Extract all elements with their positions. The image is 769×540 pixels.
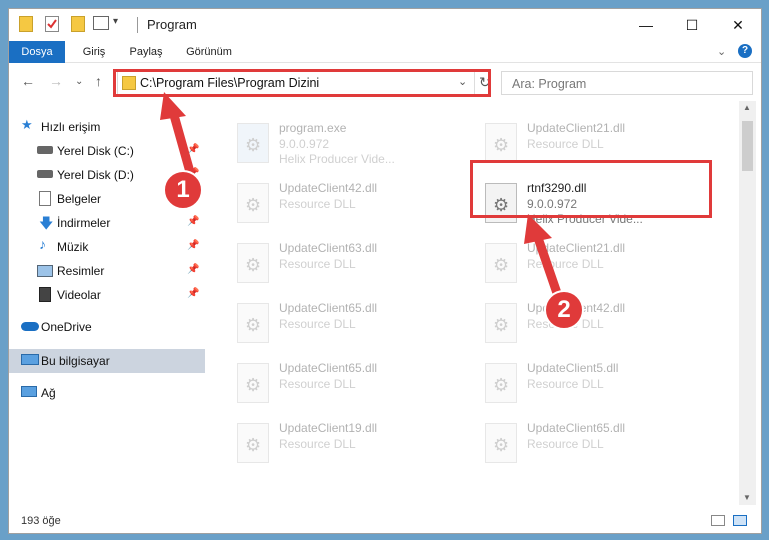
step-1-badge: 1 [163,170,203,210]
annotation-arrows [160,92,563,301]
step-2-badge: 2 [544,290,584,330]
arrow-1-head [160,92,186,120]
arrow-2 [531,227,563,301]
arrow-2-head [524,214,552,244]
